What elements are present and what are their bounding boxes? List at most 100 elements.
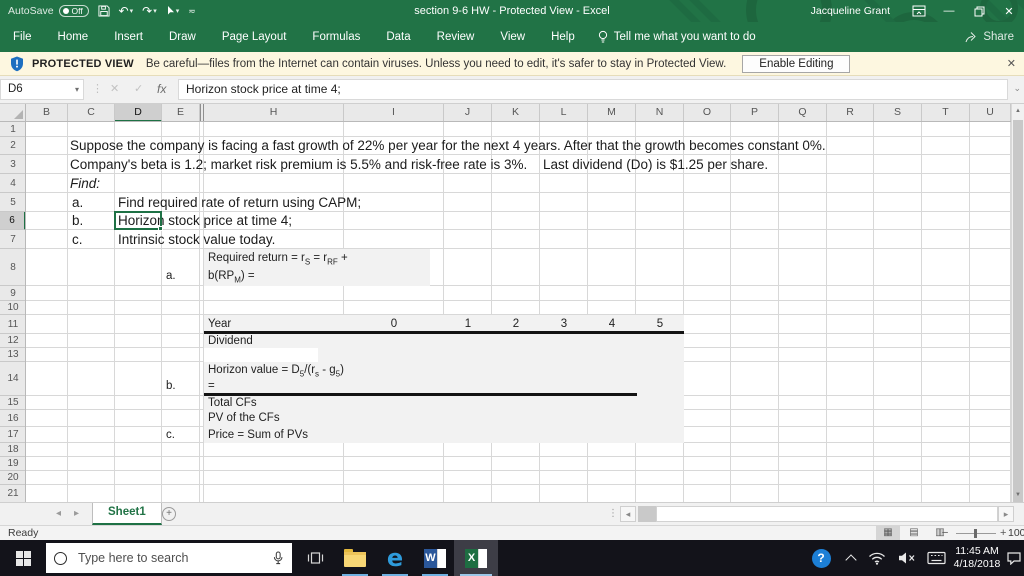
action-center-button[interactable]: [1004, 540, 1024, 576]
row-header-21[interactable]: 21: [0, 485, 25, 502]
row-header-11[interactable]: 11: [0, 315, 25, 334]
column-header-O[interactable]: O: [684, 104, 731, 121]
fill-handle[interactable]: [158, 226, 163, 231]
row-header-5[interactable]: 5: [0, 193, 25, 212]
start-button[interactable]: [0, 540, 46, 576]
share-button[interactable]: Share: [965, 22, 1014, 52]
cancel-entry-icon[interactable]: ✕: [110, 79, 119, 100]
touch-mouse-mode-button[interactable]: ▾: [166, 5, 179, 17]
column-header-L[interactable]: L: [540, 104, 588, 121]
tab-page-layout[interactable]: Page Layout: [209, 22, 300, 52]
row-header-4[interactable]: 4: [0, 174, 25, 193]
row-header-1[interactable]: 1: [0, 122, 25, 137]
minimize-button[interactable]: —: [934, 0, 964, 22]
restore-button[interactable]: [964, 0, 994, 22]
insert-function-icon[interactable]: fx: [157, 79, 166, 100]
sheet-tab-sheet1[interactable]: Sheet1: [92, 503, 162, 525]
previous-sheet-icon[interactable]: ◂: [56, 503, 61, 525]
zoom-out-icon[interactable]: −: [942, 526, 948, 540]
scroll-up-icon[interactable]: ▲: [1012, 104, 1024, 118]
help-tray-button[interactable]: ?: [806, 540, 836, 576]
horizontal-scrollbar-track[interactable]: [656, 506, 998, 522]
search-input[interactable]: [76, 550, 272, 566]
scroll-left-icon[interactable]: ◂: [620, 506, 636, 522]
signed-in-user[interactable]: Jacqueline Grant: [811, 5, 890, 17]
active-cell-selection[interactable]: [114, 211, 163, 231]
row-header-8[interactable]: 8: [0, 249, 25, 286]
column-header-T[interactable]: T: [922, 104, 970, 121]
row-header-20[interactable]: 20: [0, 471, 25, 485]
autosave-toggle[interactable]: AutoSave Off: [8, 5, 89, 17]
row-header-6[interactable]: 6: [0, 212, 25, 230]
undo-button[interactable]: ↶ ▾: [119, 5, 134, 17]
row-header-16[interactable]: 16: [0, 410, 25, 427]
row-header-10[interactable]: 10: [0, 301, 25, 315]
column-header-S[interactable]: S: [874, 104, 922, 121]
row-header-13[interactable]: 13: [0, 348, 25, 362]
column-header-D[interactable]: D: [115, 104, 162, 121]
task-view-button[interactable]: [296, 540, 334, 576]
row-header-7[interactable]: 7: [0, 230, 25, 249]
enable-editing-button[interactable]: Enable Editing: [742, 54, 851, 73]
customize-qat-button[interactable]: ≂: [188, 6, 196, 16]
tab-home[interactable]: Home: [45, 22, 102, 52]
column-header-J[interactable]: J: [444, 104, 492, 121]
name-box-dropdown-icon[interactable]: ▾: [70, 79, 84, 100]
column-header-M[interactable]: M: [588, 104, 636, 121]
formula-input[interactable]: Horizon stock price at time 4;: [178, 79, 1008, 100]
page-layout-view-button[interactable]: ▤: [902, 526, 926, 540]
scroll-right-icon[interactable]: ▸: [998, 506, 1014, 522]
column-header-C[interactable]: C: [68, 104, 115, 121]
tell-me-box[interactable]: Tell me what you want to do: [598, 30, 756, 44]
column-header-P[interactable]: P: [731, 104, 779, 121]
column-header-E[interactable]: E: [162, 104, 200, 121]
zoom-slider-thumb[interactable]: [974, 529, 977, 538]
row-header-9[interactable]: 9: [0, 286, 25, 301]
file-explorer-button[interactable]: [336, 540, 374, 576]
vertical-scrollbar[interactable]: ▲ ▼: [1011, 104, 1024, 564]
taskbar-search-box[interactable]: [46, 543, 292, 573]
column-header-K[interactable]: K: [492, 104, 540, 121]
column-header-Q[interactable]: Q: [779, 104, 827, 121]
row-header-17[interactable]: 17: [0, 427, 25, 443]
select-all-corner[interactable]: [0, 104, 26, 122]
row-header-12[interactable]: 12: [0, 334, 25, 348]
row-header-15[interactable]: 15: [0, 396, 25, 410]
column-header-R[interactable]: R: [827, 104, 874, 121]
column-header-U[interactable]: U: [970, 104, 1011, 121]
tab-help[interactable]: Help: [538, 22, 588, 52]
horizontal-scrollbar-thumb[interactable]: [638, 506, 656, 522]
expand-formula-bar-icon[interactable]: ⌄: [1013, 83, 1021, 94]
touch-keyboard-button[interactable]: [922, 540, 950, 576]
show-hidden-icons-button[interactable]: [840, 540, 862, 576]
tab-file[interactable]: File: [0, 22, 45, 52]
tab-splitter-icon[interactable]: ⋮: [608, 503, 618, 525]
close-button[interactable]: ✕: [994, 0, 1024, 22]
ribbon-display-options-button[interactable]: [904, 0, 934, 22]
banner-close-icon[interactable]: ✕: [1007, 57, 1016, 70]
new-sheet-button[interactable]: +: [162, 507, 176, 521]
tab-formulas[interactable]: Formulas: [299, 22, 373, 52]
tab-data[interactable]: Data: [373, 22, 423, 52]
word-button[interactable]: W: [416, 540, 454, 576]
edge-button[interactable]: e: [376, 540, 414, 576]
row-header-19[interactable]: 19: [0, 457, 25, 471]
row-header-2[interactable]: 2: [0, 137, 25, 155]
tab-review[interactable]: Review: [424, 22, 488, 52]
zoom-percentage[interactable]: 100%: [1008, 526, 1024, 540]
microphone-icon[interactable]: [272, 550, 284, 566]
save-button[interactable]: [98, 5, 110, 17]
confirm-entry-icon[interactable]: ✓: [134, 79, 143, 100]
column-header-N[interactable]: N: [636, 104, 684, 121]
normal-view-button[interactable]: ▦: [876, 526, 900, 540]
tab-draw[interactable]: Draw: [156, 22, 209, 52]
tab-insert[interactable]: Insert: [101, 22, 156, 52]
column-header-H[interactable]: H: [204, 104, 344, 121]
clock[interactable]: 11:45 AM 4/18/2018: [950, 540, 1004, 576]
worksheet-grid[interactable]: Suppose the company is facing a fast gro…: [26, 122, 1011, 502]
tab-view[interactable]: View: [487, 22, 538, 52]
row-header-18[interactable]: 18: [0, 443, 25, 457]
network-button[interactable]: [864, 540, 890, 576]
scroll-down-icon[interactable]: ▼: [1012, 488, 1024, 502]
next-sheet-icon[interactable]: ▸: [74, 503, 79, 525]
